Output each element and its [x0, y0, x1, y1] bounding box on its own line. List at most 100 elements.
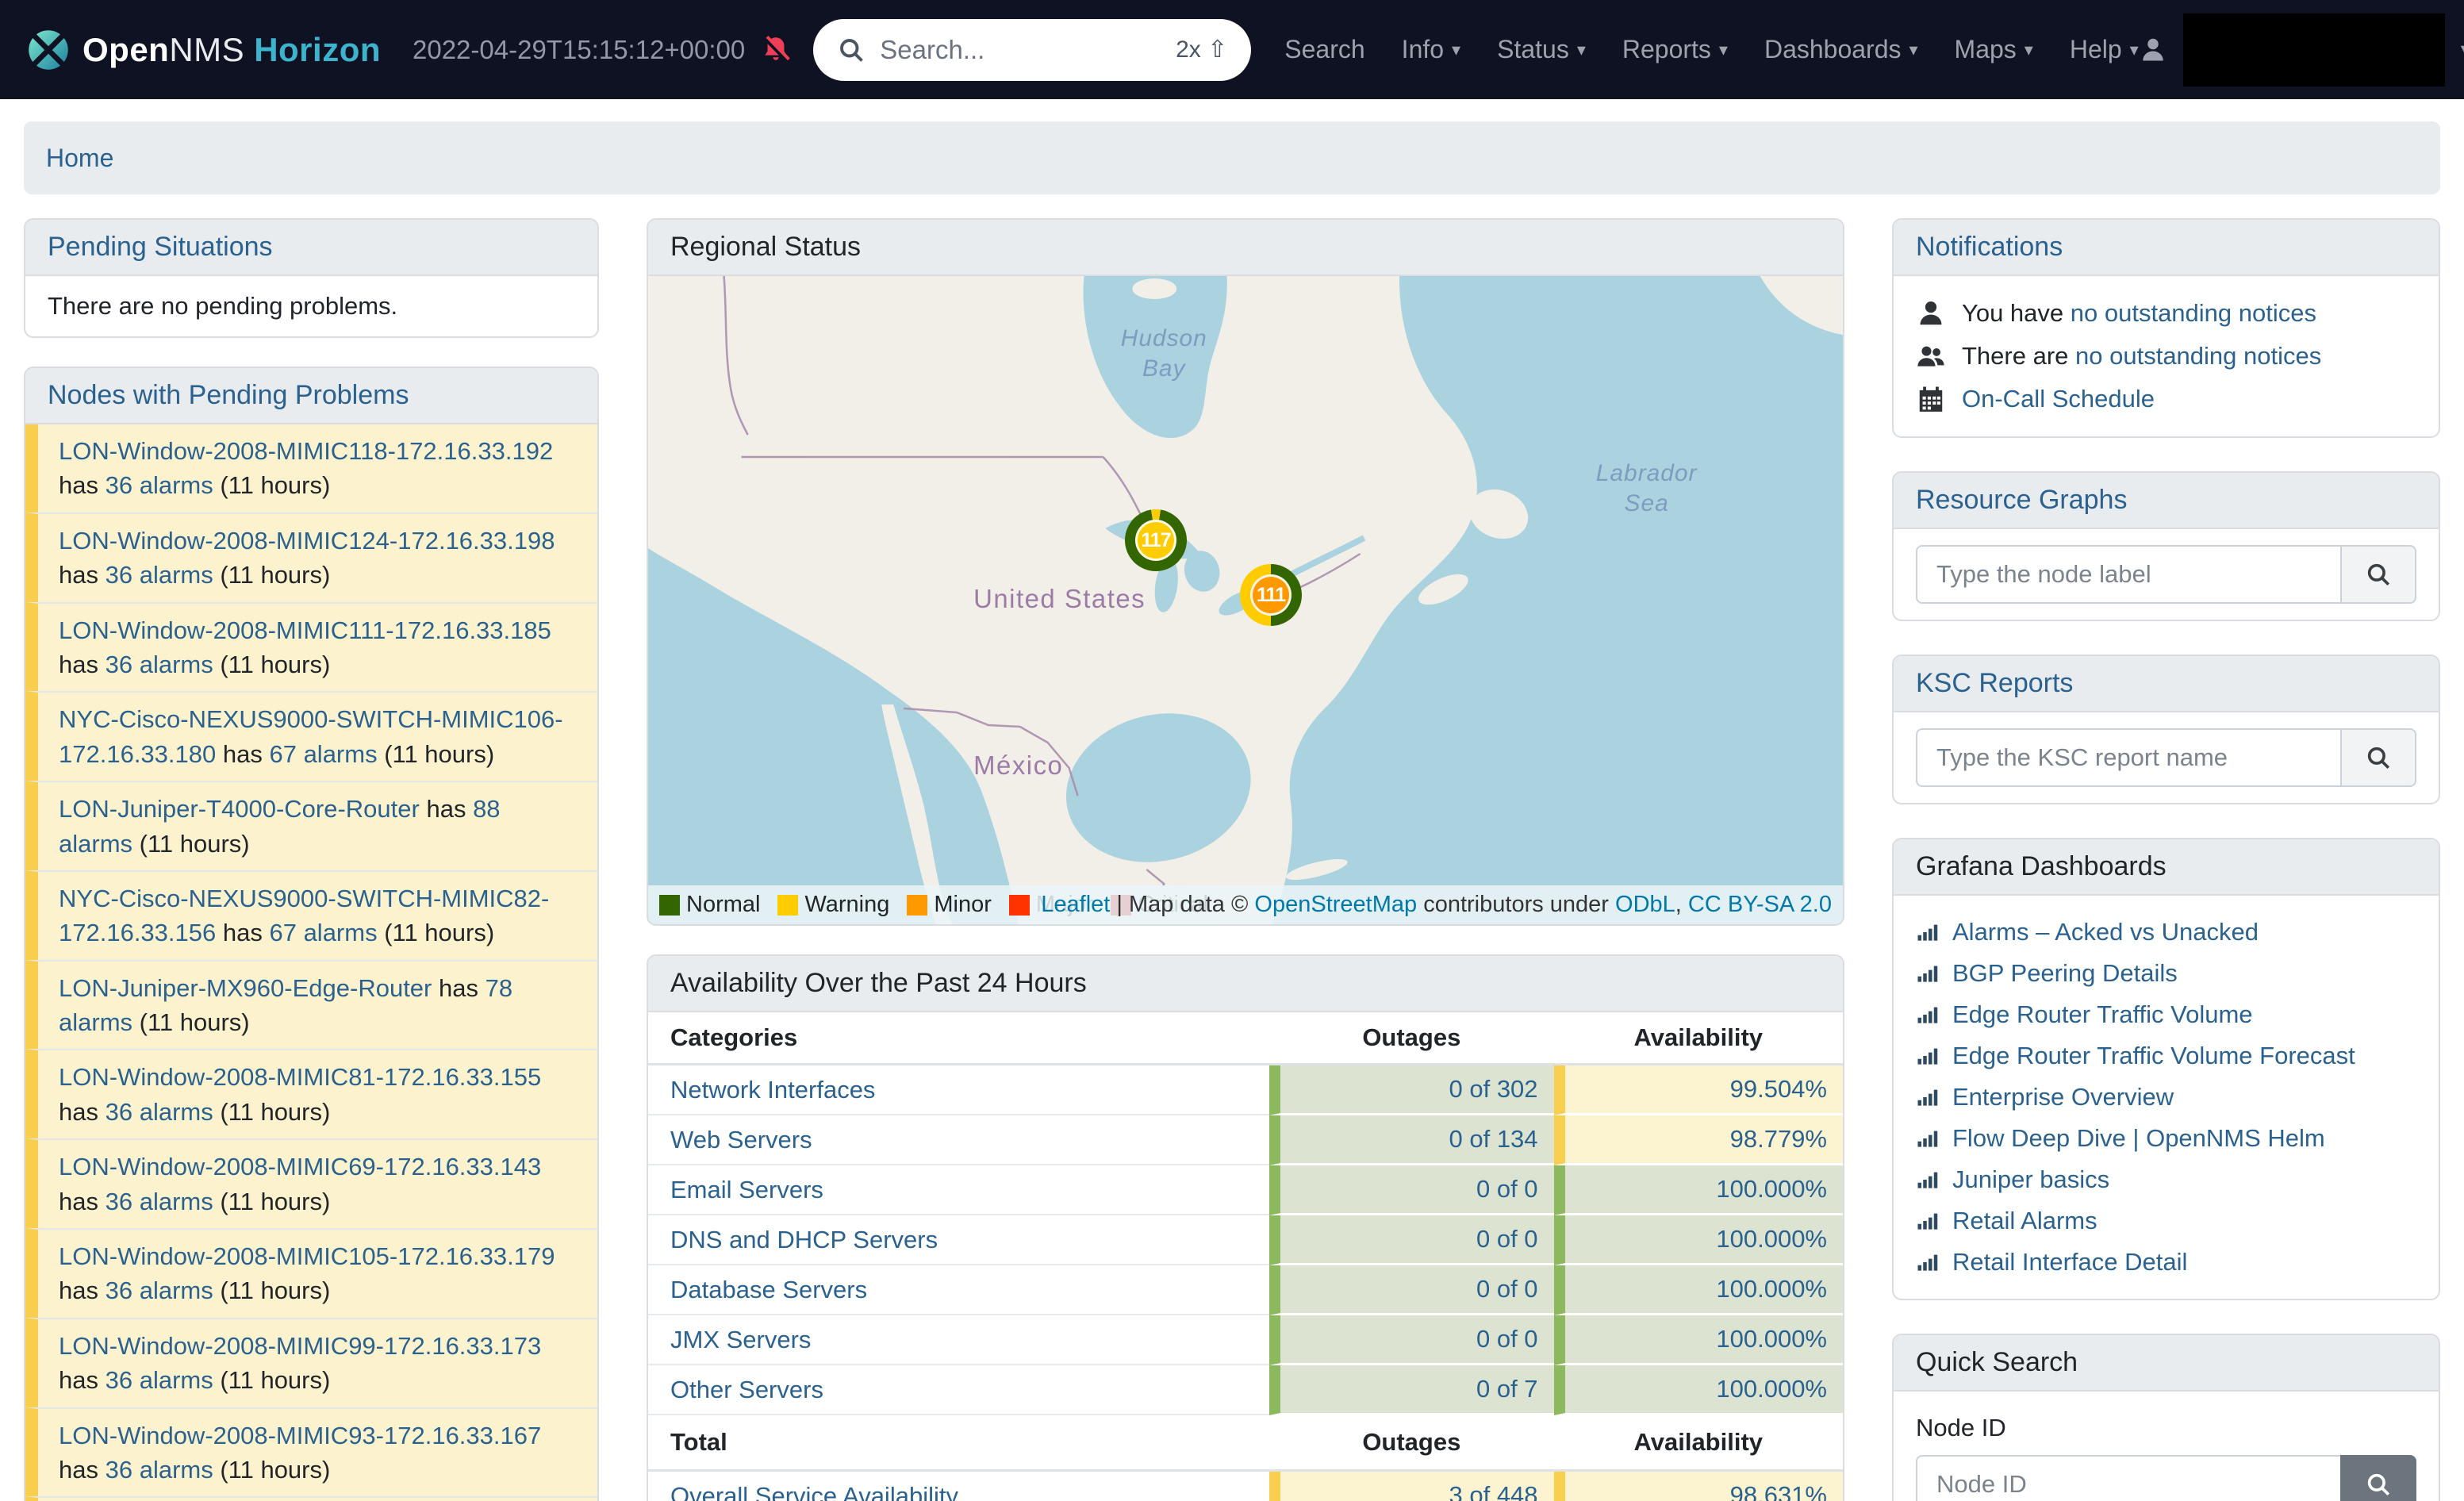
notification-link[interactable]: no outstanding notices — [2075, 342, 2321, 370]
col-availability: Availability — [1554, 1012, 1843, 1065]
node-alarms-link[interactable]: 36 alarms — [106, 651, 213, 678]
nav-item-dashboards[interactable]: Dashboards▾ — [1764, 35, 1918, 64]
pending-situations-panel: Pending Situations There are no pending … — [24, 218, 599, 338]
node-link[interactable]: LON-Window-2008-MIMIC105-172.16.33.179 — [59, 1242, 555, 1270]
node-problem-row: LON-Window-2008-MIMIC111-172.16.33.185 h… — [25, 602, 597, 692]
node-problem-list: LON-Window-2008-MIMIC118-172.16.33.192 h… — [25, 424, 597, 1501]
nav-item-reports[interactable]: Reports▾ — [1622, 35, 1728, 64]
node-problem-row: LON-Window-2008-MIMIC93-172.16.33.167 ha… — [25, 1407, 597, 1497]
grafana-dashboard-link[interactable]: BGP Peering Details — [1952, 959, 2178, 988]
nodes-pending-problems-link[interactable]: Nodes with Pending Problems — [48, 380, 409, 410]
users-icon — [1916, 341, 1946, 371]
user-name-redacted[interactable] — [2183, 13, 2445, 86]
regional-status-map[interactable]: Hudson Bay Labrador Sea United States Mé… — [648, 276, 1843, 924]
node-link[interactable]: LON-Window-2008-MIMIC69-172.16.33.143 — [59, 1153, 541, 1180]
brand[interactable]: OpenNMSHorizon — [27, 29, 381, 71]
map-label-united-states: United States — [973, 584, 1146, 613]
resource-graphs-link[interactable]: Resource Graphs — [1916, 485, 2127, 515]
node-alarms-link[interactable]: 36 alarms — [106, 1098, 213, 1126]
legend-item: Minor — [907, 892, 992, 918]
notifications-link[interactable]: Notifications — [1916, 232, 2063, 262]
odbl-link[interactable]: ODbL — [1615, 892, 1675, 917]
availability-cell: 100.000% — [1554, 1215, 1843, 1265]
global-search: 2x ⇧ — [813, 19, 1251, 81]
category-link[interactable]: JMX Servers — [670, 1326, 811, 1353]
panel-title: Pending Situations — [25, 220, 597, 276]
availability-row: Other Servers0 of 7100.000% — [648, 1365, 1843, 1415]
node-problem-row: LON-Window-2008-MIMIC69-172.16.33.143 ha… — [25, 1138, 597, 1228]
node-id-input[interactable] — [1916, 1455, 2340, 1501]
category-link[interactable]: Other Servers — [670, 1376, 823, 1403]
category-link[interactable]: Network Interfaces — [670, 1076, 875, 1104]
availability-panel: Availability Over the Past 24 Hours Cate… — [647, 954, 1844, 1501]
category-link[interactable]: DNS and DHCP Servers — [670, 1226, 938, 1253]
chevron-down-icon: ▾ — [1577, 41, 1586, 59]
grafana-dashboard-link[interactable]: Edge Router Traffic Volume — [1952, 1000, 2253, 1029]
grafana-dashboard-link[interactable]: Flow Deep Dive | OpenNMS Helm — [1952, 1124, 2325, 1153]
notifications-off-icon[interactable] — [759, 33, 793, 67]
osm-link[interactable]: OpenStreetMap — [1254, 892, 1417, 917]
node-id-search-button[interactable] — [2340, 1455, 2416, 1501]
node-link[interactable]: LON-Window-2008-MIMIC81-172.16.33.155 — [59, 1063, 541, 1091]
node-alarms-link[interactable]: 36 alarms — [106, 561, 213, 589]
status-marker[interactable]: 111 — [1240, 564, 1302, 626]
node-link[interactable]: LON-Window-2008-MIMIC99-172.16.33.173 — [59, 1332, 541, 1360]
node-problem-row: LON-Window-2008-MIMIC124-172.16.33.198 h… — [25, 512, 597, 602]
node-alarms-link[interactable]: 67 alarms — [269, 740, 377, 768]
node-alarms-link[interactable]: 36 alarms — [106, 1456, 213, 1484]
grafana-dashboard-item: Retail Interface Detail — [1916, 1242, 2416, 1283]
panel-title: Regional Status — [648, 220, 1843, 276]
chevron-down-icon: ▾ — [1452, 41, 1460, 59]
regional-status-panel: Regional Status — [647, 218, 1844, 926]
nav-item-status[interactable]: Status▾ — [1497, 35, 1586, 64]
grafana-dashboard-link[interactable]: Retail Interface Detail — [1952, 1248, 2187, 1276]
node-link[interactable]: LON-Juniper-T4000-Core-Router — [59, 795, 420, 823]
node-link[interactable]: LON-Window-2008-MIMIC111-172.16.33.185 — [59, 616, 551, 644]
category-link[interactable]: Database Servers — [670, 1276, 867, 1303]
category-link[interactable]: Web Servers — [670, 1126, 812, 1154]
breadcrumb-home-link[interactable]: Home — [46, 144, 113, 173]
grafana-dashboard-link[interactable]: Edge Router Traffic Volume Forecast — [1952, 1042, 2355, 1070]
nav-item-info[interactable]: Info▾ — [1402, 35, 1460, 64]
category-link[interactable]: Overall Service Availability — [670, 1482, 958, 1501]
node-link[interactable]: LON-Window-2008-MIMIC93-172.16.33.167 — [59, 1422, 541, 1449]
grafana-dashboard-link[interactable]: Enterprise Overview — [1952, 1083, 2174, 1111]
node-problem-row: LON-Window-2008-MIMIC99-172.16.33.173 ha… — [25, 1318, 597, 1407]
chevron-down-icon: ▾ — [2130, 41, 2139, 59]
col-categories: Categories — [648, 1012, 1269, 1065]
resource-graphs-search-input[interactable] — [1916, 545, 2340, 604]
leaflet-link[interactable]: Leaflet — [1041, 892, 1110, 917]
availability-total-header: Total Outages Availability — [648, 1415, 1843, 1472]
search-input[interactable] — [880, 35, 1161, 65]
resource-graphs-search-button[interactable] — [2340, 545, 2416, 604]
nav-item-help[interactable]: Help▾ — [2070, 35, 2139, 64]
status-marker[interactable]: 117 — [1125, 509, 1187, 571]
opennms-logo-icon — [27, 29, 70, 71]
notifications-panel: Notifications You have no outstanding no… — [1892, 218, 2440, 438]
grafana-dashboard-link[interactable]: Retail Alarms — [1952, 1207, 2097, 1235]
notification-link[interactable]: On-Call Schedule — [1962, 385, 2155, 413]
node-alarms-link[interactable]: 36 alarms — [106, 1366, 213, 1394]
search-shortcut-hint: 2x ⇧ — [1176, 36, 1227, 63]
node-alarms-link[interactable]: 36 alarms — [106, 1188, 213, 1215]
node-link[interactable]: LON-Juniper-MX960-Edge-Router — [59, 974, 432, 1002]
ksc-reports-link[interactable]: KSC Reports — [1916, 668, 2073, 698]
notification-link[interactable]: no outstanding notices — [2071, 299, 2316, 327]
node-alarms-link[interactable]: 36 alarms — [106, 1276, 213, 1304]
ksc-reports-search-input[interactable] — [1916, 728, 2340, 787]
nav-item-search[interactable]: Search — [1284, 35, 1364, 64]
node-link[interactable]: LON-Window-2008-MIMIC124-172.16.33.198 — [59, 527, 555, 555]
node-alarms-link[interactable]: 67 alarms — [269, 919, 377, 946]
quick-search-panel: Quick Search Node ID Node label — [1892, 1334, 2440, 1501]
ccbysa-link[interactable]: CC BY-SA 2.0 — [1688, 892, 1832, 917]
grafana-dashboard-link[interactable]: Juniper basics — [1952, 1165, 2109, 1194]
category-link[interactable]: Email Servers — [670, 1176, 823, 1203]
ksc-reports-search-button[interactable] — [2340, 728, 2416, 787]
node-alarms-link[interactable]: 36 alarms — [106, 471, 213, 499]
pending-situations-link[interactable]: Pending Situations — [48, 232, 273, 262]
outages-cell: 0 of 302 — [1269, 1065, 1553, 1115]
grafana-dashboard-link[interactable]: Alarms – Acked vs Unacked — [1952, 918, 2259, 946]
nav-right: ▾ 00 + ⚙ ⚙ ⚙ — [2139, 13, 2464, 86]
nav-item-maps[interactable]: Maps▾ — [1955, 35, 2033, 64]
node-link[interactable]: LON-Window-2008-MIMIC118-172.16.33.192 — [59, 437, 553, 465]
